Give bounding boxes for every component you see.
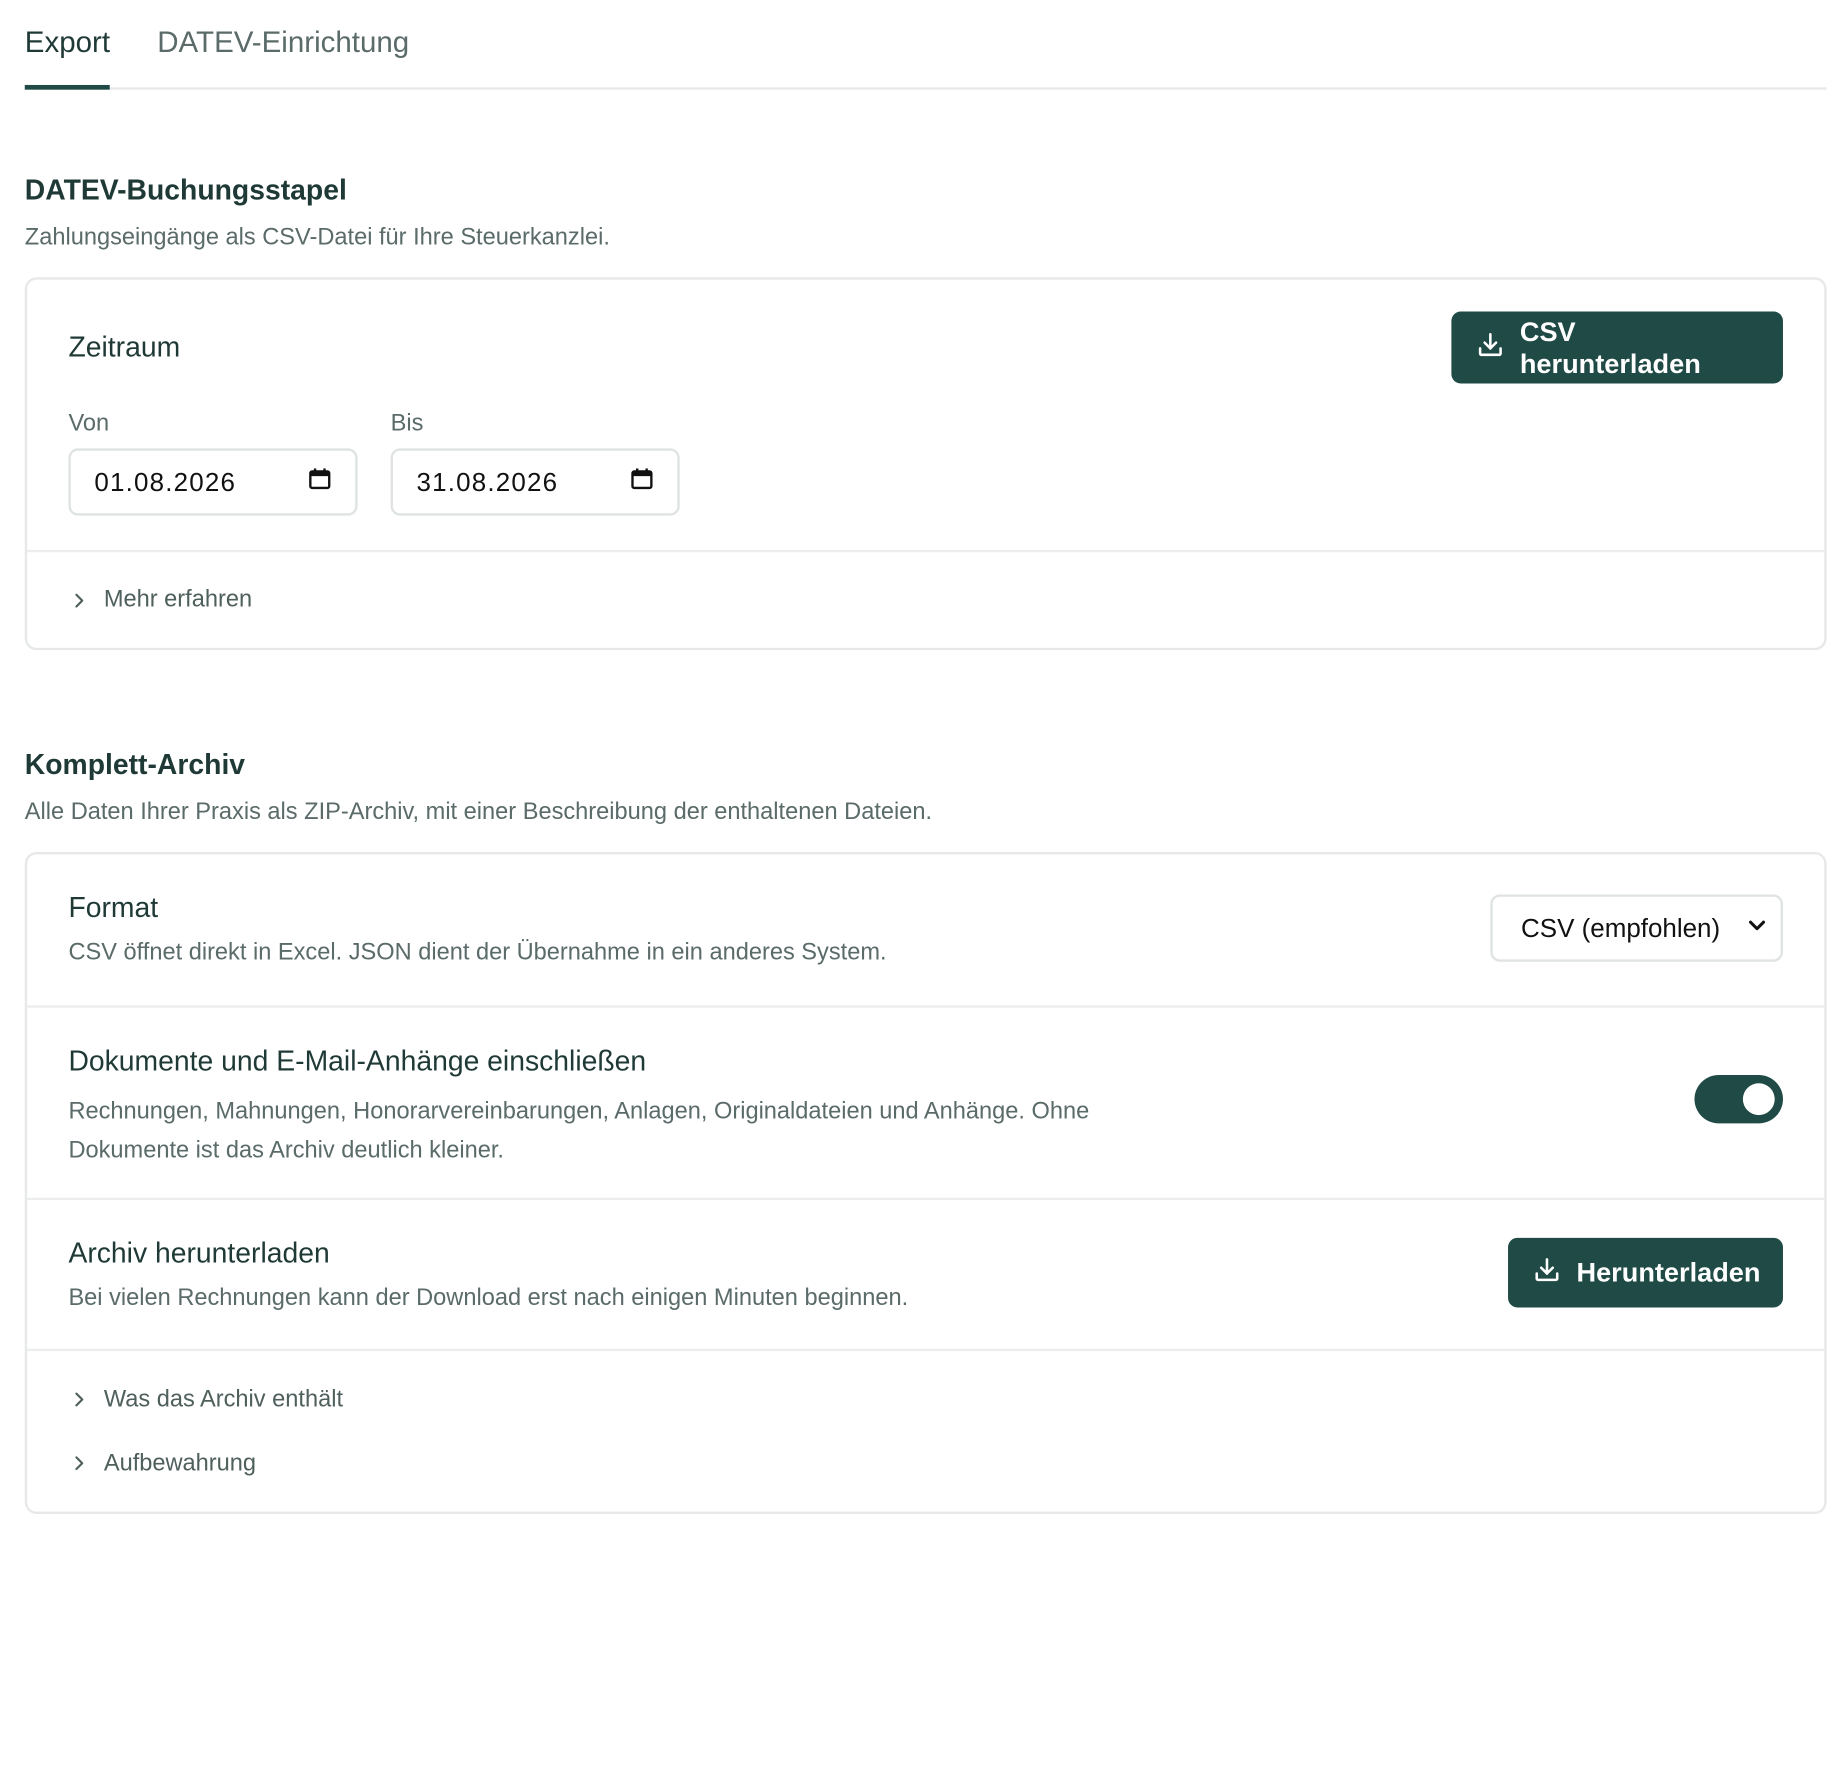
archive-section-title: Komplett-Archiv <box>24 749 246 782</box>
export-page: Export DATEV-Einrichtung DATEV-Buchungss… <box>24 0 1827 1514</box>
archive-details-group: Was das Archiv enthält Aufbewahrung <box>27 1351 1824 1511</box>
more-info-disclosure[interactable]: Mehr erfahren <box>27 552 1824 648</box>
to-label: Bis <box>390 410 424 437</box>
app-root: Export DATEV-Einrichtung DATEV-Buchungss… <box>0 0 1840 1765</box>
tab-export[interactable]: Export <box>24 0 111 90</box>
datev-section-title: DATEV-Buchungsstapel <box>24 174 347 207</box>
include-documents-toggle[interactable] <box>1694 1074 1783 1124</box>
archive-download-description: Bei vielen Rechnungen kann der Download … <box>68 1285 909 1311</box>
retention-label: Aufbewahrung <box>103 1449 257 1476</box>
format-row: Format CSV öffnet direkt in Excel. JSON … <box>27 854 1825 1008</box>
include-documents-title: Dokumente und E-Mail-Anhänge einschließe… <box>68 1045 647 1078</box>
retention-disclosure[interactable]: Aufbewahrung <box>68 1431 1783 1495</box>
archive-contents-disclosure[interactable]: Was das Archiv enthält <box>68 1368 1783 1432</box>
to-date-value: 31.08.2026 <box>416 466 559 497</box>
csv-download-label: CSV herunterladen <box>1519 315 1701 379</box>
from-date-value: 01.08.2026 <box>94 466 237 497</box>
tab-bar: Export DATEV-Einrichtung <box>24 0 1827 90</box>
include-documents-row: Dokumente und E-Mail-Anhänge einschließe… <box>27 1008 1825 1201</box>
toggle-knob <box>1742 1083 1775 1116</box>
chevron-right-icon <box>68 1453 89 1474</box>
format-title: Format <box>68 892 159 924</box>
period-title: Zeitraum <box>68 331 181 364</box>
format-description: CSV öffnet direkt in Excel. JSON dient d… <box>68 939 887 966</box>
download-icon <box>1475 329 1506 367</box>
chevron-down-icon <box>1745 913 1769 944</box>
datev-card: Zeitraum CSV herunterladen Von Bis 01.08… <box>24 277 1827 651</box>
archive-download-row: Archiv herunterladen Bei vielen Rechnung… <box>27 1200 1825 1352</box>
archive-download-button[interactable]: Herunterladen <box>1508 1237 1783 1308</box>
datev-section-subtitle: Zahlungseingänge als CSV-Datei für Ihre … <box>24 224 610 251</box>
calendar-icon[interactable] <box>308 467 332 498</box>
chevron-right-icon <box>68 1389 89 1410</box>
include-documents-description: Rechnungen, Mahnungen, Honorarvereinbaru… <box>68 1098 1090 1164</box>
archive-download-label: Herunterladen <box>1576 1256 1761 1288</box>
period-row: Zeitraum CSV herunterladen Von Bis 01.08… <box>27 280 1825 553</box>
chevron-right-icon <box>68 589 89 610</box>
format-select[interactable]: CSV (empfohlen) <box>1490 894 1783 962</box>
csv-download-button[interactable]: CSV herunterladen <box>1451 311 1783 384</box>
tab-datev-einrichtung[interactable]: DATEV-Einrichtung <box>157 0 409 85</box>
more-info-label: Mehr erfahren <box>103 586 253 613</box>
calendar-icon[interactable] <box>630 467 654 498</box>
from-date-input[interactable]: 01.08.2026 <box>68 448 358 516</box>
download-icon <box>1532 1254 1563 1292</box>
format-select-value: CSV (empfohlen) <box>1521 912 1721 943</box>
archive-contents-label: Was das Archiv enthält <box>103 1385 344 1412</box>
archive-download-title: Archiv herunterladen <box>68 1237 330 1270</box>
archive-section-subtitle: Alle Daten Ihrer Praxis als ZIP-Archiv, … <box>24 798 933 825</box>
archive-card: Format CSV öffnet direkt in Excel. JSON … <box>24 851 1827 1514</box>
to-date-input[interactable]: 31.08.2026 <box>390 448 680 516</box>
from-label: Von <box>68 410 110 437</box>
